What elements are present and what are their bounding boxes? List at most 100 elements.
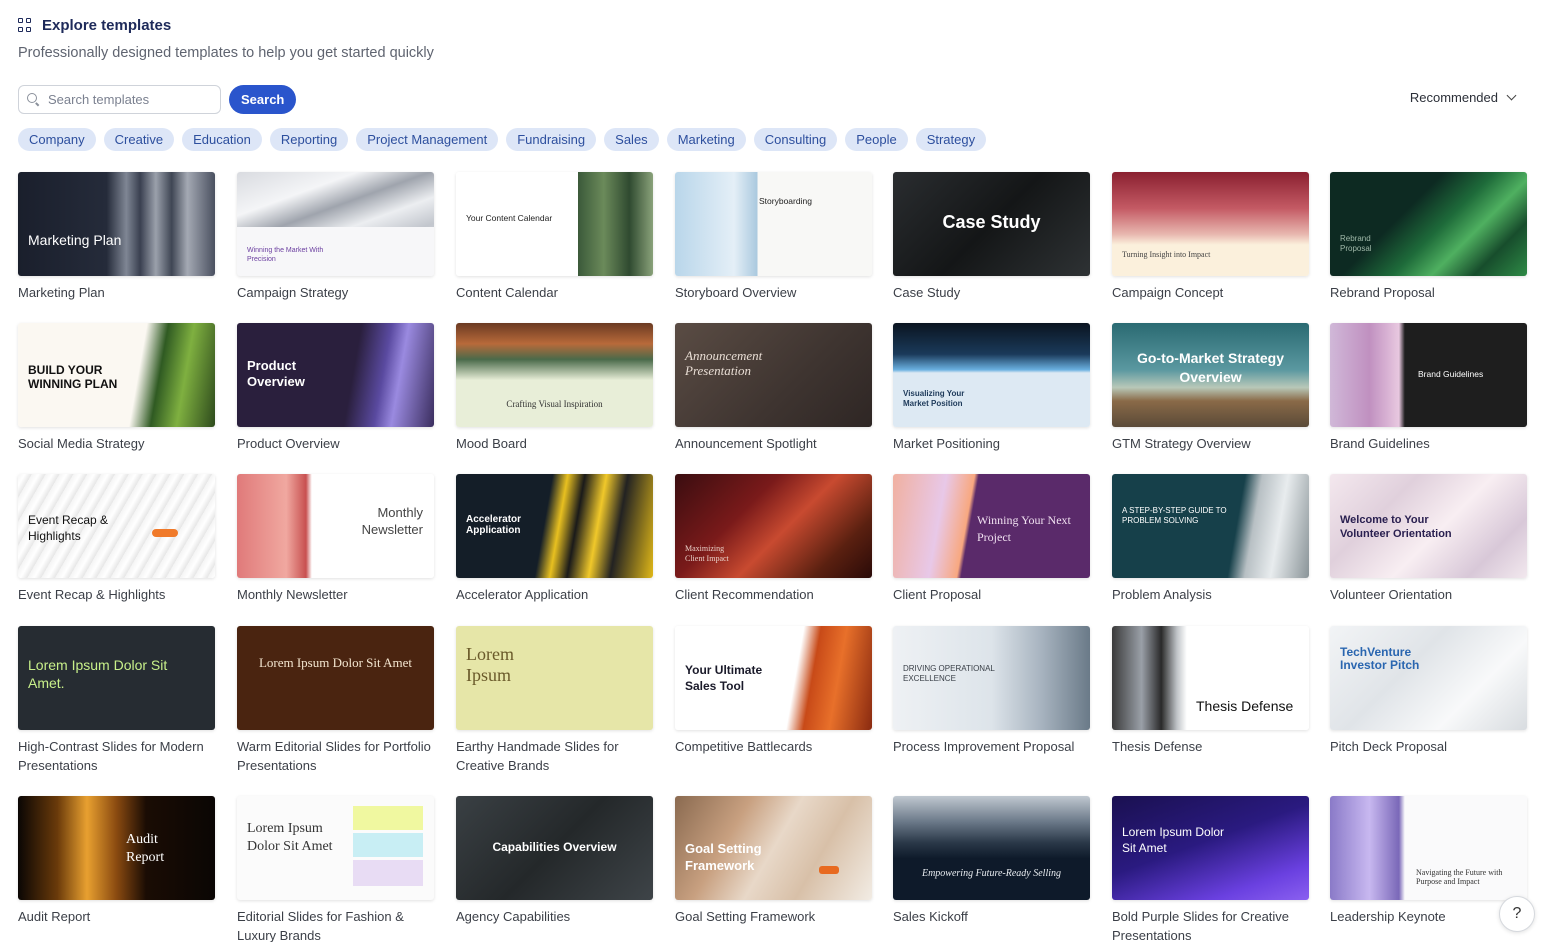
search-button[interactable]: Search [229,85,297,114]
chevron-down-icon [1506,90,1517,101]
template-thumbnail: Visualizing Your Market Position [893,323,1090,427]
template-card[interactable]: Lorem Ipsum Dolor Sit Amet Editorial Sli… [237,796,434,942]
category-chip-reporting[interactable]: Reporting [269,128,349,151]
template-card[interactable]: Your Content Calendar Content Calendar [456,172,653,302]
template-card[interactable]: Announcement Presentation Announcement S… [675,323,872,453]
search-field[interactable] [18,85,221,114]
template-label: High-Contrast Slides for Modern Presenta… [18,739,204,773]
template-label: Brand Guidelines [1330,436,1430,451]
template-card[interactable]: Visualizing Your Market Position Market … [893,323,1090,453]
category-chip-project-management[interactable]: Project Management [356,128,499,151]
template-label: Social Media Strategy [18,436,145,451]
help-icon: ? [1512,905,1522,922]
template-thumbnail: Marketing Plan [18,172,215,276]
template-card[interactable]: Lorem Ipsum Earthy Handmade Slides for C… [456,626,653,775]
template-thumbnail: TechVenture Investor Pitch [1330,626,1527,730]
template-thumbnail: Event Recap & Highlights [18,474,215,578]
thumbnail-title: Maximizing Client Impact [685,544,729,563]
template-label: Leadership Keynote [1330,909,1446,924]
thumbnail-title: Goal Setting Framework [685,841,762,873]
template-card[interactable]: TechVenture Investor Pitch Pitch Deck Pr… [1330,626,1527,756]
category-chip-education[interactable]: Education [182,128,262,151]
thumbnail-title: Rebrand Proposal [1340,234,1372,253]
template-label: Earthy Handmade Slides for Creative Bran… [456,739,619,773]
template-label: Storyboard Overview [675,285,797,300]
template-card[interactable]: Crafting Visual Inspiration Mood Board [456,323,653,453]
page-title: Explore templates [42,16,172,34]
template-label: Warm Editorial Slides for Portfolio Pres… [237,739,431,773]
template-card[interactable]: Winning Your Next Project Client Proposa… [893,474,1090,604]
template-label: Client Proposal [893,587,982,602]
template-card[interactable]: Empowering Future-Ready Selling Sales Ki… [893,796,1090,926]
template-card[interactable]: Product Overview Product Overview [237,323,434,453]
template-label: Campaign Concept [1112,285,1224,300]
template-thumbnail: Audit Report [18,796,215,900]
template-card[interactable]: Maximizing Client Impact Client Recommen… [675,474,872,604]
template-card[interactable]: Storyboarding Storyboard Overview [675,172,872,302]
template-card[interactable]: Case Study Case Study [893,172,1090,302]
search-icon [27,93,40,106]
template-thumbnail: Rebrand Proposal [1330,172,1527,276]
template-thumbnail: Product Overview [237,323,434,427]
template-card[interactable]: Marketing Plan Marketing Plan [18,172,215,302]
category-chip-strategy[interactable]: Strategy [915,128,987,151]
template-card[interactable]: DRIVING OPERATIONAL EXCELLENCE Process I… [893,626,1090,756]
template-card[interactable]: A STEP-BY-STEP GUIDE TO PROBLEM SOLVING … [1112,474,1309,604]
thumbnail-title: Event Recap & Highlights [28,513,109,543]
template-label: Case Study [893,285,961,300]
template-card[interactable]: Go-to-Market Strategy Overview GTM Strat… [1112,323,1309,453]
template-card[interactable]: Accelerator Application Accelerator Appl… [456,474,653,604]
category-chip-company[interactable]: Company [18,128,96,151]
category-chip-sales[interactable]: Sales [604,128,659,151]
template-thumbnail: BUILD YOUR WINNING PLAN [18,323,215,427]
sort-dropdown[interactable]: Recommended [1409,90,1517,105]
template-card[interactable]: Rebrand Proposal Rebrand Proposal [1330,172,1527,302]
template-card[interactable]: Navigating the Future with Purpose and I… [1330,796,1527,926]
category-chip-people[interactable]: People [845,128,908,151]
template-card[interactable]: BUILD YOUR WINNING PLAN Social Media Str… [18,323,215,453]
template-thumbnail: Your Content Calendar [456,172,653,276]
thumbnail-title: Announcement Presentation [685,348,763,378]
template-card[interactable]: Goal Setting Framework Goal Setting Fram… [675,796,872,926]
template-label: Client Recommendation [675,587,814,602]
template-card[interactable]: Your Ultimate Sales Tool Competitive Bat… [675,626,872,756]
template-card[interactable]: Monthly Newsletter Monthly Newsletter [237,474,434,604]
category-chip-marketing[interactable]: Marketing [666,128,746,151]
category-chip-fundraising[interactable]: Fundraising [506,128,597,151]
thumbnail-title: Accelerator Application [466,514,522,536]
search-input[interactable] [48,92,198,107]
template-label: Announcement Spotlight [675,436,817,451]
help-button[interactable]: ? [1499,896,1535,932]
template-thumbnail: Lorem Ipsum Dolor Sit Amet [237,626,434,730]
template-card[interactable]: Turning Insight into Impact Campaign Con… [1112,172,1309,302]
sort-selected-label: Recommended [1409,90,1498,105]
template-card[interactable]: Brand Guidelines Brand Guidelines [1330,323,1527,453]
category-chip-consulting[interactable]: Consulting [753,128,838,151]
template-thumbnail: Lorem Ipsum Dolor Sit Amet [1112,796,1309,900]
template-card[interactable]: Lorem Ipsum Dolor Sit Amet Warm Editoria… [237,626,434,775]
thumbnail-title: Crafting Visual Inspiration [506,399,603,409]
template-card[interactable]: Audit Report Audit Report [18,796,215,926]
page-header: Explore templates Professionally designe… [18,14,434,61]
template-card[interactable]: Lorem Ipsum Dolor Sit Amet. High-Contras… [18,626,215,775]
template-thumbnail: Lorem Ipsum Dolor Sit Amet [237,796,434,900]
template-card[interactable]: Winning the Market With Precision Campai… [237,172,434,302]
template-label: Mood Board [456,436,527,451]
template-card[interactable]: Event Recap & Highlights Event Recap & H… [18,474,215,604]
template-label: Audit Report [18,909,91,924]
template-label: GTM Strategy Overview [1112,436,1251,451]
template-thumbnail: Crafting Visual Inspiration [456,323,653,427]
template-card[interactable]: Welcome to Your Volunteer Orientation Vo… [1330,474,1527,604]
template-card[interactable]: Capabilities Overview Agency Capabilitie… [456,796,653,926]
thumbnail-title: Winning the Market With Precision [247,247,324,263]
thumbnail-title: BUILD YOUR WINNING PLAN [28,363,118,391]
template-card[interactable]: Thesis Defense Thesis Defense [1112,626,1309,756]
template-thumbnail: DRIVING OPERATIONAL EXCELLENCE [893,626,1090,730]
template-label: Goal Setting Framework [675,909,816,924]
category-chip-creative[interactable]: Creative [103,128,175,151]
search-bar: Search [18,85,297,114]
template-thumbnail: Your Ultimate Sales Tool [675,626,872,730]
thumbnail-title: Welcome to Your Volunteer Orientation [1340,514,1452,540]
template-label: Rebrand Proposal [1330,285,1435,300]
template-card[interactable]: Lorem Ipsum Dolor Sit Amet Bold Purple S… [1112,796,1309,942]
